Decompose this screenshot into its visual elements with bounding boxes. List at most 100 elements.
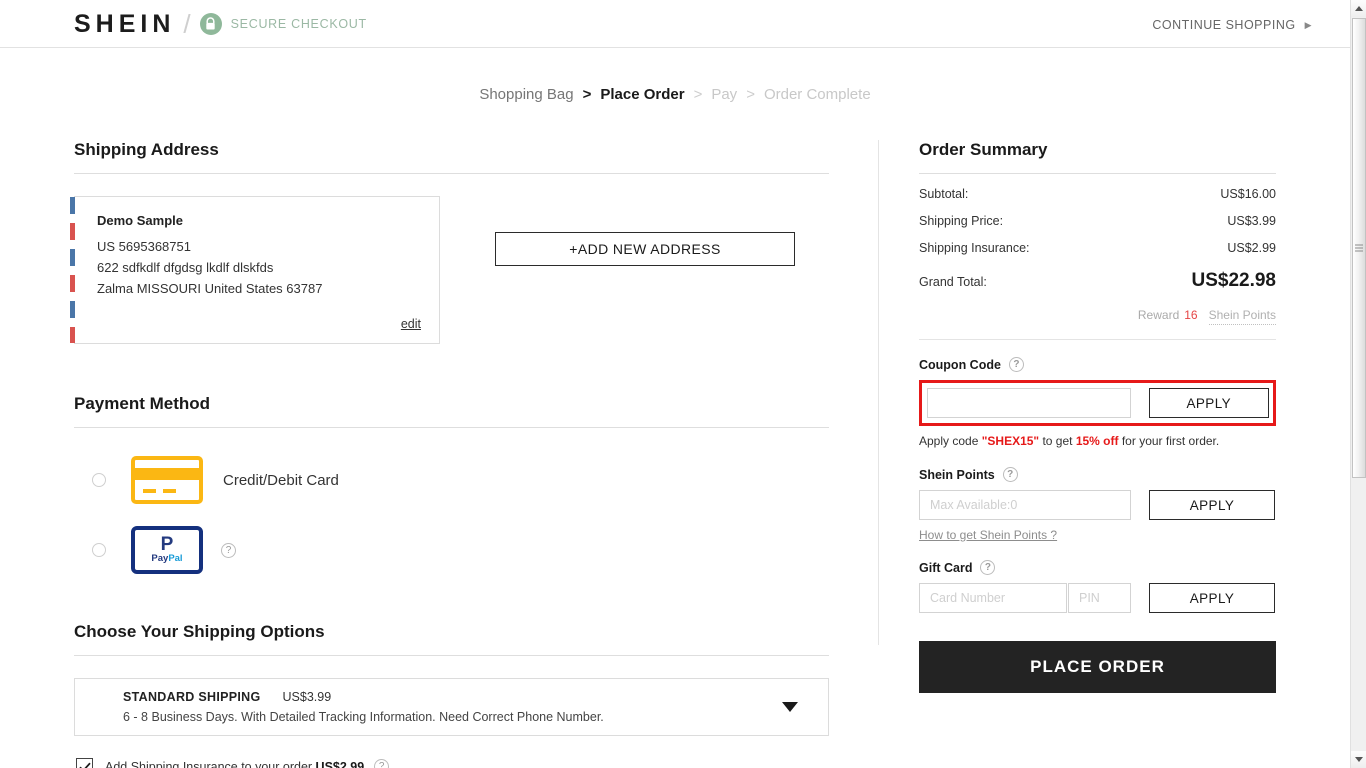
paypal-p-glyph: P <box>160 533 174 555</box>
summary-label: Shipping Price: <box>919 214 1004 228</box>
step-separator: > <box>693 86 703 103</box>
payment-method-section: Payment Method Credit/Debit Card P PayPa… <box>74 394 829 574</box>
paypal-wordmark: PayPal <box>151 552 183 564</box>
order-summary-column: Order Summary Subtotal: US$16.00 Shippin… <box>919 140 1276 693</box>
shipping-address-title: Shipping Address <box>74 140 219 159</box>
column-divider <box>878 140 879 645</box>
step-shopping-bag[interactable]: Shopping Bag <box>479 86 573 103</box>
summary-row-subtotal: Subtotal: US$16.00 <box>919 187 1276 201</box>
coupon-code-input[interactable] <box>927 388 1131 418</box>
shipping-insurance-label: Add Shipping Insurance to your order US$… <box>105 760 364 768</box>
checkout-page: SHEIN / SECURE CHECKOUT CONTINUE SHOPPIN… <box>0 0 1366 768</box>
continue-shopping-link[interactable]: CONTINUE SHOPPING ▶ <box>1152 18 1312 32</box>
address-name: Demo Sample <box>97 213 183 228</box>
triangle-up-icon <box>1355 6 1363 11</box>
summary-value: US$16.00 <box>1220 187 1276 201</box>
radio-paypal[interactable] <box>92 543 106 557</box>
chevron-down-icon[interactable] <box>782 702 798 712</box>
step-pay: Pay <box>711 86 738 103</box>
scroll-up-arrow[interactable] <box>1351 0 1366 17</box>
reward-points-value: 16 <box>1184 308 1198 322</box>
insurance-help-icon[interactable]: ? <box>374 759 390 768</box>
insurance-price: US$2.99 <box>315 759 365 768</box>
coupon-hint-middle: to get <box>1039 434 1076 448</box>
lock-icon <box>199 13 222 35</box>
shein-logo[interactable]: SHEIN <box>74 10 175 38</box>
gift-card-label-row: Gift Card ? <box>919 560 1276 575</box>
payment-option-label: Credit/Debit Card <box>223 471 339 489</box>
credit-card-icon <box>131 456 203 504</box>
gift-card-number-input[interactable] <box>919 583 1067 613</box>
summary-row-grand-total: Grand Total: US$22.98 <box>919 270 1276 292</box>
shipping-option-header: STANDARD SHIPPING US$3.99 <box>123 690 604 704</box>
address-street: 622 sdfkdlf dfgdsg lkdlf dlskfds <box>97 260 274 275</box>
shipping-option-standard[interactable]: STANDARD SHIPPING US$3.99 6 - 8 Business… <box>74 678 829 736</box>
address-card[interactable]: Demo Sample US 5695368751 622 sdfkdlf df… <box>70 196 440 344</box>
radio-credit-card[interactable] <box>92 473 106 487</box>
paypal-help-icon[interactable]: ? <box>221 542 236 558</box>
gift-card-input-row: APPLY <box>919 583 1276 613</box>
place-order-button[interactable]: PLACE ORDER <box>919 641 1276 693</box>
shein-points-label-row: Shein Points ? <box>919 467 1276 482</box>
brand-logo-area: SHEIN / SECURE CHECKOUT <box>74 10 367 38</box>
coupon-hint-discount: 15% off <box>1075 434 1119 448</box>
coupon-hint-text: Apply code "SHEX15" to get 15% off for y… <box>919 434 1276 448</box>
secure-checkout-label: SECURE CHECKOUT <box>230 17 367 31</box>
shipping-options-title: Choose Your Shipping Options <box>74 622 325 641</box>
shipping-insurance-checkbox[interactable] <box>76 758 93 768</box>
gift-card-section: Gift Card ? APPLY <box>919 560 1276 613</box>
shipping-option-description: 6 - 8 Business Days. With Detailed Track… <box>123 710 604 724</box>
shein-points-apply-button[interactable]: APPLY <box>1149 490 1275 520</box>
logo-divider: / <box>183 9 191 39</box>
section-divider <box>74 427 829 428</box>
paypal-icon: P PayPal <box>131 526 203 574</box>
gift-card-pin-input[interactable] <box>1068 583 1131 613</box>
summary-label: Subtotal: <box>919 187 969 201</box>
payment-method-title: Payment Method <box>74 394 211 413</box>
triangle-down-icon <box>1355 757 1363 762</box>
reward-label: Reward <box>1137 308 1180 322</box>
step-place-order: Place Order <box>600 86 685 103</box>
continue-shopping-label: CONTINUE SHOPPING <box>1152 18 1296 32</box>
page-scrollbar[interactable] <box>1350 0 1366 768</box>
coupon-code-section: Coupon Code ? APPLY Apply code "SHEX15" … <box>919 357 1276 448</box>
coupon-highlight-box: APPLY <box>919 380 1276 426</box>
shein-points-section: Shein Points ? APPLY How to get Shein Po… <box>919 467 1276 544</box>
chevron-right-icon: ▶ <box>1304 19 1312 30</box>
step-separator: > <box>582 86 592 103</box>
reward-points-suffix: Shein Points <box>1208 308 1276 325</box>
coupon-help-icon[interactable]: ? <box>1008 357 1024 372</box>
gift-card-label: Gift Card <box>919 560 973 575</box>
reward-points-row: Reward 16 Shein Points <box>919 308 1276 325</box>
shipping-address-section: Shipping Address Demo Sample US 56953687… <box>70 140 829 344</box>
shipping-option-name: STANDARD SHIPPING <box>123 690 261 704</box>
scrollbar-thumb[interactable] <box>1352 18 1366 478</box>
payment-option-credit-card[interactable]: Credit/Debit Card <box>74 456 829 504</box>
how-to-get-points-link[interactable]: How to get Shein Points ? <box>919 528 1057 542</box>
add-new-address-button[interactable]: +ADD NEW ADDRESS <box>495 232 795 266</box>
summary-value: US$3.99 <box>1227 214 1276 228</box>
site-header: SHEIN / SECURE CHECKOUT CONTINUE SHOPPIN… <box>0 0 1350 48</box>
summary-row-shipping-insurance: Shipping Insurance: US$2.99 <box>919 241 1276 255</box>
coupon-apply-button[interactable]: APPLY <box>1148 388 1269 418</box>
shein-points-input[interactable] <box>919 490 1131 520</box>
section-divider <box>74 655 829 656</box>
scroll-down-arrow[interactable] <box>1351 751 1366 768</box>
gift-card-help-icon[interactable]: ? <box>980 560 996 575</box>
shipping-option-content: STANDARD SHIPPING US$3.99 6 - 8 Business… <box>123 690 604 724</box>
address-city-line: Zalma MISSOURI United States 63787 <box>97 281 323 296</box>
gift-card-apply-button[interactable]: APPLY <box>1149 583 1275 613</box>
grand-total-label: Grand Total: <box>919 275 987 289</box>
summary-divider <box>919 339 1276 340</box>
address-phone: US 5695368751 <box>97 239 191 254</box>
shein-points-help-icon[interactable]: ? <box>1002 467 1018 482</box>
shein-points-label: Shein Points <box>919 467 995 482</box>
edit-address-link[interactable]: edit <box>401 317 421 331</box>
checkout-steps-breadcrumb: Shopping Bag > Place Order > Pay > Order… <box>0 86 1350 103</box>
shipping-insurance-row[interactable]: Add Shipping Insurance to your order US$… <box>76 758 829 768</box>
coupon-code-label-row: Coupon Code ? <box>919 357 1276 372</box>
coupon-code-label: Coupon Code <box>919 357 1001 372</box>
payment-option-paypal[interactable]: P PayPal ? <box>74 526 829 574</box>
order-summary-title: Order Summary <box>919 140 1048 159</box>
shein-points-input-row: APPLY <box>919 490 1276 520</box>
